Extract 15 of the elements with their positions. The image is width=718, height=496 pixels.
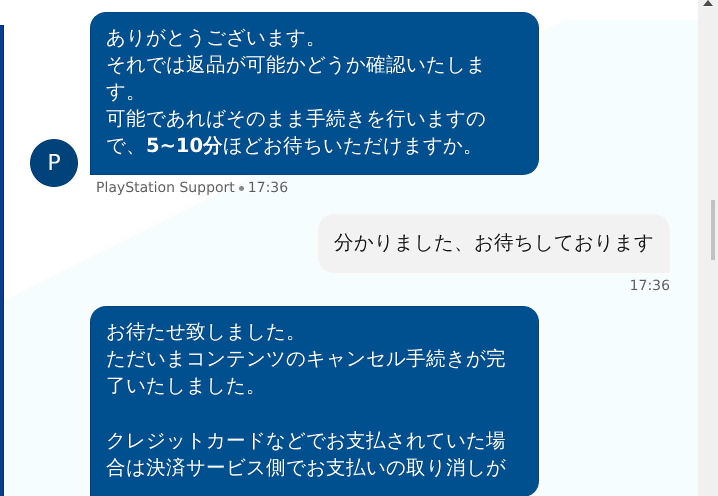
message-text: ありがとうございます。 <box>106 25 327 51</box>
separator-dot-icon <box>238 186 244 190</box>
scroll-up-icon[interactable] <box>703 0 713 6</box>
scrollbar-thumb[interactable] <box>711 200 715 260</box>
message-text: お待たせ致しました。 <box>106 319 307 345</box>
message-text: それでは返品が可能かどうか確認いたします。 <box>106 52 487 105</box>
scrollbar[interactable] <box>698 0 718 496</box>
message-text: クレジットカードなどでお支払されていた場合は決済サービス側でお支払いの取り消しが <box>106 428 507 481</box>
message-time: 17:36 <box>630 278 670 294</box>
message-time: 17:36 <box>248 180 288 196</box>
sender-name: PlayStation Support <box>96 180 235 196</box>
avatar: P <box>30 139 78 187</box>
message-text: 可能であればそのまま手続きを行いますので、5~10分ほどお待ちいただけますか。 <box>106 106 487 159</box>
message-text: ただいまコンテンツのキャンセル手続きが完了いたしました。 <box>106 346 507 399</box>
message-text: 分かりました、お待ちしております <box>334 230 654 256</box>
